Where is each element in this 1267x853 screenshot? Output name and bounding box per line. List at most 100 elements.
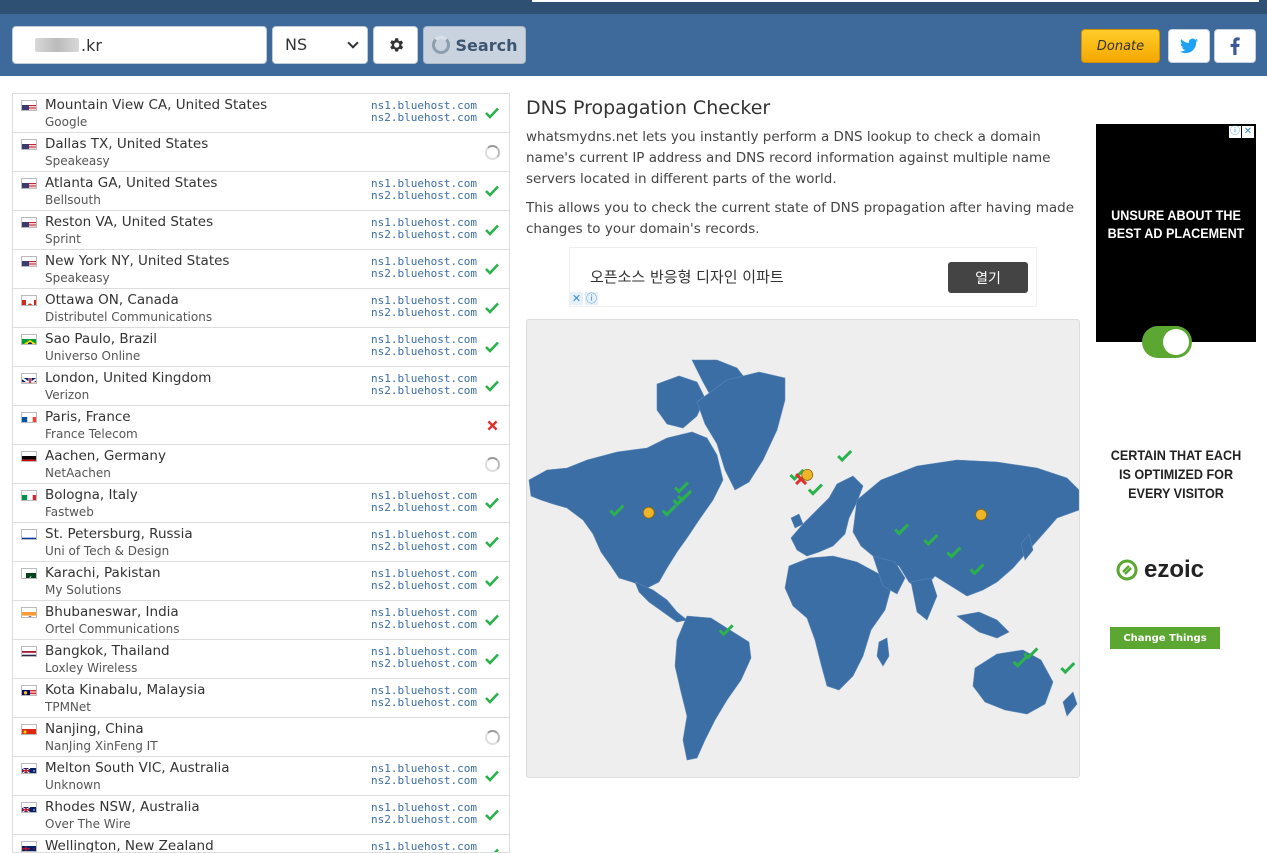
server-location: Bhubaneswar, India: [45, 604, 179, 620]
ad-info-icon[interactable]: ⓘ: [1229, 126, 1241, 138]
check-icon: [484, 222, 500, 238]
server-location: Ottawa ON, Canada: [45, 292, 179, 308]
result-row[interactable]: Aachen, Germany NetAachen: [13, 445, 509, 484]
flag-th-icon: [21, 646, 37, 657]
result-row[interactable]: Mountain View CA, United States Google ns1…: [13, 94, 509, 133]
ezoic-logo-text: ezoic: [1144, 556, 1205, 583]
result-row[interactable]: Bologna, Italy Fastweb ns1.bluehost.com ns2…: [13, 484, 509, 523]
flag-ca-icon: [21, 295, 37, 306]
donate-button[interactable]: Donate: [1081, 29, 1160, 63]
check-icon: [484, 261, 500, 277]
twitter-icon: [1180, 38, 1198, 54]
results-list: Mountain View CA, United States Google ns1…: [12, 93, 510, 853]
result-row[interactable]: Atlanta GA, United States Bellsouth ns1.bl…: [13, 172, 509, 211]
flag-fr-icon: [21, 412, 37, 423]
change-things-button[interactable]: Change Things: [1110, 627, 1220, 649]
result-row[interactable]: Bhubaneswar, India Ortel Communications ns…: [13, 601, 509, 640]
nameserver-value: ns2.bluehost.com: [371, 189, 477, 202]
result-row[interactable]: Rhodes NSW, Australia Over The Wire ns1.bl…: [13, 796, 509, 835]
settings-button[interactable]: [373, 26, 418, 64]
facebook-icon: [1230, 37, 1240, 55]
server-provider: Distributel Communications: [45, 310, 213, 324]
server-provider: Over The Wire: [45, 817, 131, 831]
side-ad-headline-2: CERTAIN THAT EACH IS OPTIMIZED FOR EVERY…: [1110, 447, 1242, 501]
search-toolbar: .kr NS Search Donate: [0, 14, 1267, 76]
server-provider: Loxley Wireless: [45, 661, 138, 675]
side-ad-headline-1: UNSURE ABOUT THE BEST AD PLACEMENT: [1107, 207, 1245, 241]
result-row[interactable]: Sao Paulo, Brazil Universo Online ns1.blue…: [13, 328, 509, 367]
server-location: New York NY, United States: [45, 253, 230, 269]
record-type-select[interactable]: NS: [272, 26, 368, 64]
map-marker-ok[interactable]: [1060, 662, 1076, 675]
loading-spinner-icon: [431, 36, 450, 54]
result-row[interactable]: Dallas TX, United States Speakeasy: [13, 133, 509, 172]
result-row[interactable]: London, United Kingdom Verizon ns1.bluehos…: [13, 367, 509, 406]
map-marker-pending[interactable]: [801, 468, 814, 481]
map-marker-ok[interactable]: [807, 483, 823, 496]
server-location: Dallas TX, United States: [45, 136, 209, 152]
check-icon: [484, 183, 500, 199]
search-button[interactable]: Search: [423, 26, 526, 64]
server-provider: Ortel Communications: [45, 622, 180, 636]
landmass-india: [910, 577, 938, 621]
result-row[interactable]: St. Petersburg, Russia Uni of Tech & Desi…: [13, 523, 509, 562]
nameserver-values: ns1.bluehost.comns2.bluehost.com: [371, 295, 477, 319]
result-row[interactable]: Bangkok, Thailand Loxley Wireless ns1.blue…: [13, 640, 509, 679]
result-row[interactable]: New York NY, United States Speakeasy ns1.b…: [13, 250, 509, 289]
map-marker-pending[interactable]: [975, 508, 988, 521]
twitter-button[interactable]: [1168, 29, 1210, 63]
ad-banner[interactable]: 오픈소스 반응형 디자인 이파트 열기: [569, 247, 1037, 307]
result-row[interactable]: Karachi, Pakistan My Solutions ns1.bluehos…: [13, 562, 509, 601]
server-location: Melton South VIC, Australia: [45, 760, 230, 776]
side-ad-choices[interactable]: ⓘ ✕: [1229, 126, 1254, 138]
flag-au-icon: [21, 763, 37, 774]
nameserver-values: ns1.bluehost.comns2.bluehost.com: [371, 841, 477, 853]
server-location: Wellington, New Zealand: [45, 838, 214, 853]
landmass-europe: [790, 475, 864, 557]
map-marker-ok[interactable]: [837, 449, 853, 463]
server-provider: Google: [45, 115, 88, 129]
server-location: Rhodes NSW, Australia: [45, 799, 200, 815]
server-provider: Speakeasy: [45, 271, 110, 285]
nameserver-value: ns2.bluehost.com: [371, 228, 477, 241]
nameserver-values: ns1.bluehost.comns2.bluehost.com: [371, 763, 477, 787]
nameserver-values: ns1.bluehost.comns2.bluehost.com: [371, 685, 477, 709]
world-map-svg: [528, 359, 1079, 761]
flag-us-icon: [21, 256, 37, 267]
flag-gb-icon: [21, 373, 37, 384]
landmass-central-america: [634, 581, 688, 623]
nameserver-value: ns2.bluehost.com: [371, 111, 477, 124]
check-icon: [484, 651, 500, 667]
ad-choices[interactable]: ✕ ⓘ: [570, 292, 598, 305]
result-row[interactable]: Wellington, New Zealand ns1.bluehost.comn…: [13, 835, 509, 853]
flag-ru-icon: [21, 529, 37, 540]
nameserver-value: ns2.bluehost.com: [371, 306, 477, 319]
check-icon: [484, 105, 500, 121]
server-provider: Sprint: [45, 232, 81, 246]
flag-pk-icon: [21, 568, 37, 579]
nameserver-value: ns2.bluehost.com: [371, 696, 477, 709]
result-row[interactable]: Melton South VIC, Australia Unknown ns1.bl…: [13, 757, 509, 796]
ad-open-button[interactable]: 열기: [948, 262, 1028, 293]
server-location: Aachen, Germany: [45, 448, 166, 464]
pending-spinner-icon: [484, 144, 500, 160]
top-strip: [0, 0, 1267, 14]
ad-close-icon[interactable]: ✕: [570, 292, 583, 305]
server-location: London, United Kingdom: [45, 370, 212, 386]
domain-input[interactable]: .kr: [12, 26, 267, 64]
ad-info-icon[interactable]: ⓘ: [585, 292, 598, 305]
result-row[interactable]: Kota Kinabalu, Malaysia TPMNet ns1.bluehos…: [13, 679, 509, 718]
result-row[interactable]: Paris, France France Telecom: [13, 406, 509, 445]
result-row[interactable]: Ottawa ON, Canada Distributel Communicati…: [13, 289, 509, 328]
map-marker-pending[interactable]: [642, 506, 655, 519]
flag-de-icon: [21, 451, 37, 462]
side-ad[interactable]: ⓘ ✕ UNSURE ABOUT THE BEST AD PLACEMENT C…: [1096, 124, 1256, 724]
ad-close-icon[interactable]: ✕: [1242, 126, 1254, 138]
server-provider: TPMNet: [45, 700, 91, 714]
server-location: St. Petersburg, Russia: [45, 526, 193, 542]
result-row[interactable]: Nanjing, China NanJing XinFeng IT: [13, 718, 509, 757]
result-row[interactable]: Reston VA, United States Sprint ns1.blueho…: [13, 211, 509, 250]
chevron-down-icon: [347, 37, 359, 49]
facebook-button[interactable]: [1214, 29, 1256, 63]
world-map: [526, 319, 1080, 778]
